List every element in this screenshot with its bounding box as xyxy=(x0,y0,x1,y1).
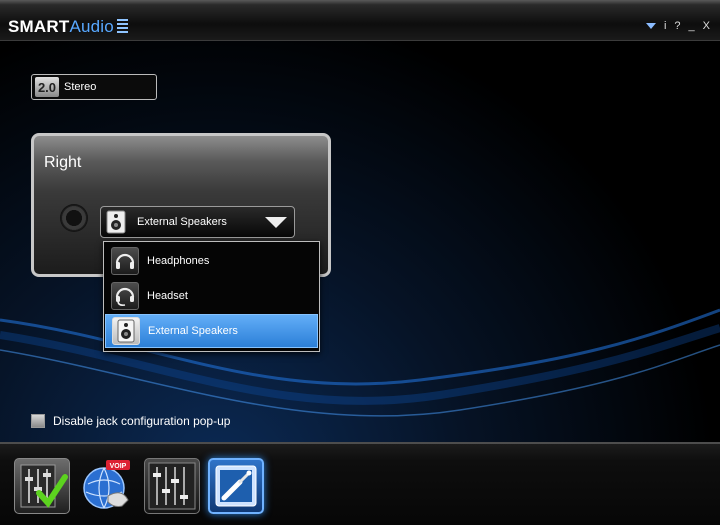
smartaudio-window: SMARTAudio i ? _ X 2.0 Stereo Right Exte… xyxy=(0,0,720,525)
device-menu: Headphones Headset External Speakers xyxy=(103,241,320,352)
headphones-icon xyxy=(111,247,139,275)
jack-config-tab[interactable] xyxy=(208,458,264,514)
dropdown-arrow-icon[interactable] xyxy=(265,216,287,228)
device-dropdown[interactable]: External Speakers xyxy=(100,206,295,238)
disable-popup-label: Disable jack configuration pop-up xyxy=(53,414,231,428)
bottom-tab-bar: VOIP xyxy=(0,442,720,525)
close-button[interactable]: X xyxy=(703,20,710,32)
logo-bars-icon xyxy=(116,19,128,33)
menu-item-label: External Speakers xyxy=(148,325,238,337)
audio-jack-icon xyxy=(215,465,257,507)
title-bar[interactable]: SMARTAudio i ? _ X xyxy=(0,0,720,41)
jack-panel-title: Right xyxy=(44,154,82,171)
mixer-check-icon xyxy=(20,464,68,508)
menu-item-label: Headset xyxy=(147,290,188,302)
menu-item-label: Headphones xyxy=(147,255,210,267)
minimize-button[interactable]: _ xyxy=(689,20,695,32)
device-dropdown-value: External Speakers xyxy=(137,216,227,228)
svg-text:VOIP: VOIP xyxy=(110,463,127,470)
menu-item-external-speakers[interactable]: External Speakers xyxy=(105,314,318,348)
menu-caret-icon[interactable] xyxy=(645,23,656,29)
speaker-config-label: Stereo xyxy=(64,81,97,93)
speaker-config-badge-icon: 2.0 xyxy=(35,77,59,97)
help-button[interactable]: ? xyxy=(674,20,680,32)
speaker-icon xyxy=(112,317,140,345)
voip-icon: VOIP xyxy=(83,460,130,509)
voip-tab[interactable]: VOIP xyxy=(78,458,134,514)
headset-icon xyxy=(111,282,139,310)
disable-popup-option[interactable]: Disable jack configuration pop-up xyxy=(31,414,230,428)
menu-item-headphones[interactable]: Headphones xyxy=(105,244,318,278)
speaker-icon xyxy=(106,210,126,234)
speaker-config-button[interactable]: 2.0 Stereo xyxy=(31,74,157,100)
audio-jack-icon xyxy=(60,204,88,232)
sliders-icon xyxy=(148,462,196,510)
info-button[interactable]: i xyxy=(664,20,666,32)
equalizer-tab[interactable] xyxy=(14,458,70,514)
disable-popup-checkbox[interactable] xyxy=(31,414,45,428)
app-logo: SMARTAudio xyxy=(8,17,128,37)
menu-item-headset[interactable]: Headset xyxy=(105,279,318,313)
window-controls: i ? _ X xyxy=(645,20,710,32)
mixer-tab[interactable] xyxy=(144,458,200,514)
